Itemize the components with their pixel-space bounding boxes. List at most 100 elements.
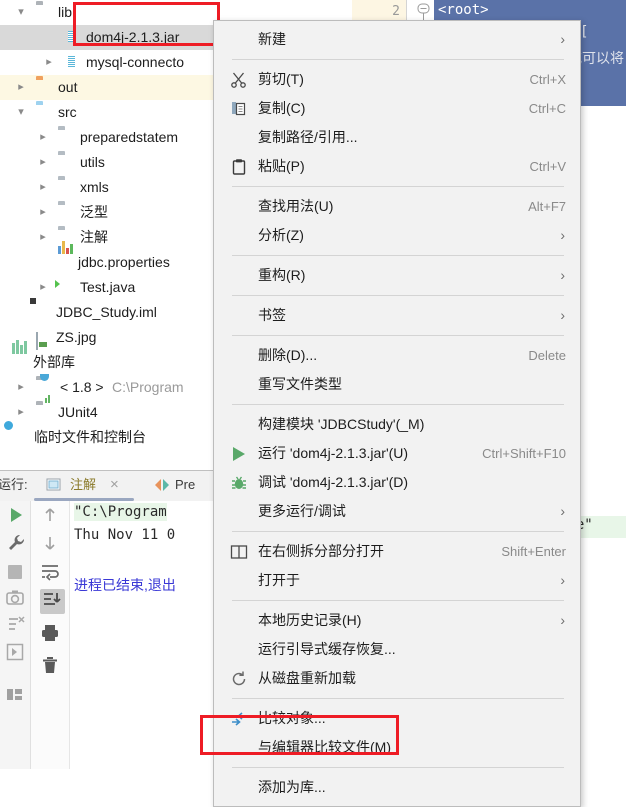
run-icon[interactable]: [6, 505, 26, 525]
chevron-right-icon[interactable]: ▸: [14, 400, 28, 425]
up-arrow-icon[interactable]: [40, 505, 61, 526]
tree-row-jdk[interactable]: ▸ < 1.8 > C:\Program: [0, 375, 232, 400]
step-over-icon[interactable]: [6, 643, 26, 663]
tree-row-external-libraries[interactable]: 外部库: [0, 340, 232, 375]
stop-icon[interactable]: [6, 563, 26, 583]
menu-item-label: 复制路径/引用...: [258, 129, 358, 145]
run-tab-active-label[interactable]: 注解: [70, 471, 96, 499]
menu-item-accel: Shift+Enter: [501, 544, 566, 559]
chevron-down-icon[interactable]: ▾: [14, 100, 28, 125]
menu-separator: [232, 531, 564, 532]
chevron-right-icon: ›: [560, 267, 565, 283]
compare-icon: [230, 710, 248, 728]
menu-item-more-run-debug[interactable]: 更多运行/调试 ›: [214, 497, 580, 526]
menu-separator: [232, 698, 564, 699]
tree-row-utils[interactable]: ▸ utils: [0, 150, 232, 175]
menu-item-add-as-library[interactable]: 添加为库...: [214, 773, 580, 802]
menu-item-label: 分析(Z): [258, 227, 304, 243]
scroll-to-end-icon[interactable]: [40, 589, 65, 614]
tree-row-lib[interactable]: ▾ lib: [0, 0, 232, 25]
project-tree[interactable]: ▾ lib dom4j-2.1.3.jar ▸ mysql-connecto ▸…: [0, 0, 232, 470]
menu-item-open-in[interactable]: 打开于 ›: [214, 566, 580, 595]
menu-item-reload-from-disk[interactable]: 从磁盘重新加载: [214, 664, 580, 693]
menu-item-copy-path[interactable]: 复制路径/引用...: [214, 123, 580, 152]
tree-row-scratches[interactable]: 临时文件和控制台: [0, 425, 232, 450]
rerun-failed-tests-icon[interactable]: [6, 615, 26, 635]
chevron-right-icon[interactable]: ▸: [42, 50, 56, 75]
context-menu[interactable]: 新建 › 剪切(T) Ctrl+X 复制(C) Ctrl+C 复制路径/引用..…: [213, 20, 581, 807]
menu-item-local-history[interactable]: 本地历史记录(H) ›: [214, 606, 580, 635]
tree-row-zhujie[interactable]: ▸ 注解: [0, 225, 232, 250]
chevron-right-icon[interactable]: ▸: [36, 225, 50, 250]
close-icon[interactable]: ×: [110, 471, 119, 499]
menu-item-accel: Alt+F7: [528, 199, 566, 214]
chevron-right-icon[interactable]: ▸: [36, 125, 50, 150]
menu-item-refactor[interactable]: 重构(R) ›: [214, 261, 580, 290]
tree-row-dom4j[interactable]: dom4j-2.1.3.jar: [0, 25, 232, 50]
tree-row-test-java[interactable]: ▸ Test.java: [0, 275, 232, 300]
tree-row-fanxing[interactable]: ▸ 泛型: [0, 200, 232, 225]
menu-item-copy[interactable]: 复制(C) Ctrl+C: [214, 94, 580, 123]
menu-item-open-in-split[interactable]: 在右侧拆分部分打开 Shift+Enter: [214, 537, 580, 566]
tree-row-iml[interactable]: JDBC_Study.iml: [0, 300, 232, 325]
soft-wrap-icon[interactable]: [40, 563, 61, 584]
run-tab-second-label[interactable]: Pre: [175, 471, 195, 499]
split-icon: [230, 543, 248, 561]
chevron-right-icon[interactable]: ▸: [14, 375, 28, 400]
chevron-right-icon[interactable]: ▸: [36, 150, 50, 175]
chevron-right-icon[interactable]: ▸: [36, 175, 50, 200]
run-toolbar-left[interactable]: [0, 501, 31, 769]
menu-separator: [232, 59, 564, 60]
tree-row-preparedstatement[interactable]: ▸ preparedstatem: [0, 125, 232, 150]
camera-icon[interactable]: [6, 589, 26, 609]
tree-label: 外部库: [33, 354, 75, 370]
menu-item-delete[interactable]: 删除(D)... Delete: [214, 341, 580, 370]
menu-item-run-jar[interactable]: 运行 'dom4j-2.1.3.jar'(U) Ctrl+Shift+F10: [214, 439, 580, 468]
run-tool-window[interactable]: 运行: 注解 × Pre "C:\Program Thu Nov 11 0 进程…: [0, 470, 232, 769]
chevron-right-icon[interactable]: ▸: [14, 75, 28, 100]
tree-label: < 1.8 >: [60, 379, 104, 395]
menu-item-paste[interactable]: 粘贴(P) Ctrl+V: [214, 152, 580, 181]
tree-row-xmls[interactable]: ▸ xmls: [0, 175, 232, 200]
menu-item-bookmarks[interactable]: 书签 ›: [214, 301, 580, 330]
code-fold-marker-icon[interactable]: [417, 2, 431, 23]
menu-separator: [232, 295, 564, 296]
tree-row-junit4[interactable]: ▸ JUnit4: [0, 395, 232, 425]
tree-row-out[interactable]: ▸ out: [0, 75, 232, 100]
chevron-right-icon[interactable]: ▸: [36, 200, 50, 225]
tree-row-mysql-connector[interactable]: ▸ mysql-connecto: [0, 50, 232, 75]
menu-item-analyze[interactable]: 分析(Z) ›: [214, 221, 580, 250]
menu-item-compare-with-editor[interactable]: 与编辑器比较文件(M): [214, 733, 580, 762]
menu-item-find-usages[interactable]: 查找用法(U) Alt+F7: [214, 192, 580, 221]
menu-item-label: 本地历史记录(H): [258, 612, 362, 628]
settings-wrench-icon[interactable]: [6, 533, 26, 553]
tree-label: out: [58, 79, 78, 95]
package-icon: [58, 154, 75, 171]
layout-settings-icon[interactable]: [6, 687, 26, 707]
print-icon[interactable]: [40, 623, 61, 644]
menu-item-build-module[interactable]: 构建模块 'JDBCStudy'(_M): [214, 410, 580, 439]
tree-row-zs-jpg[interactable]: ZS.jpg: [0, 325, 232, 350]
copy-icon: [230, 100, 248, 118]
properties-icon: [58, 241, 75, 271]
menu-item-new[interactable]: 新建 ›: [214, 25, 580, 54]
console-toolbar[interactable]: [31, 501, 70, 769]
console-output[interactable]: "C:\Program Thu Nov 11 0 进程已结束,退出: [70, 501, 232, 769]
tree-row-src[interactable]: ▾ src: [0, 100, 232, 125]
menu-item-debug-jar[interactable]: 调试 'dom4j-2.1.3.jar'(D): [214, 468, 580, 497]
trash-icon[interactable]: [40, 655, 61, 676]
menu-item-label: 比较对象...: [258, 710, 326, 726]
chevron-down-icon[interactable]: ▾: [14, 0, 28, 25]
chevron-right-icon[interactable]: ▸: [36, 275, 50, 300]
menu-item-cut[interactable]: 剪切(T) Ctrl+X: [214, 65, 580, 94]
compare-arrows-icon: [152, 476, 172, 504]
tree-row-jdbc-properties[interactable]: jdbc.properties: [0, 241, 232, 275]
menu-item-compare-with[interactable]: 比较对象...: [214, 704, 580, 733]
paste-icon: [230, 158, 248, 176]
tree-label: JUnit4: [58, 404, 98, 420]
menu-item-guided-cache-recovery[interactable]: 运行引导式缓存恢复...: [214, 635, 580, 664]
down-arrow-icon[interactable]: [40, 533, 61, 554]
scratches-icon: [12, 429, 29, 446]
menu-item-override-file-type[interactable]: 重写文件类型: [214, 370, 580, 399]
menu-separator: [232, 404, 564, 405]
